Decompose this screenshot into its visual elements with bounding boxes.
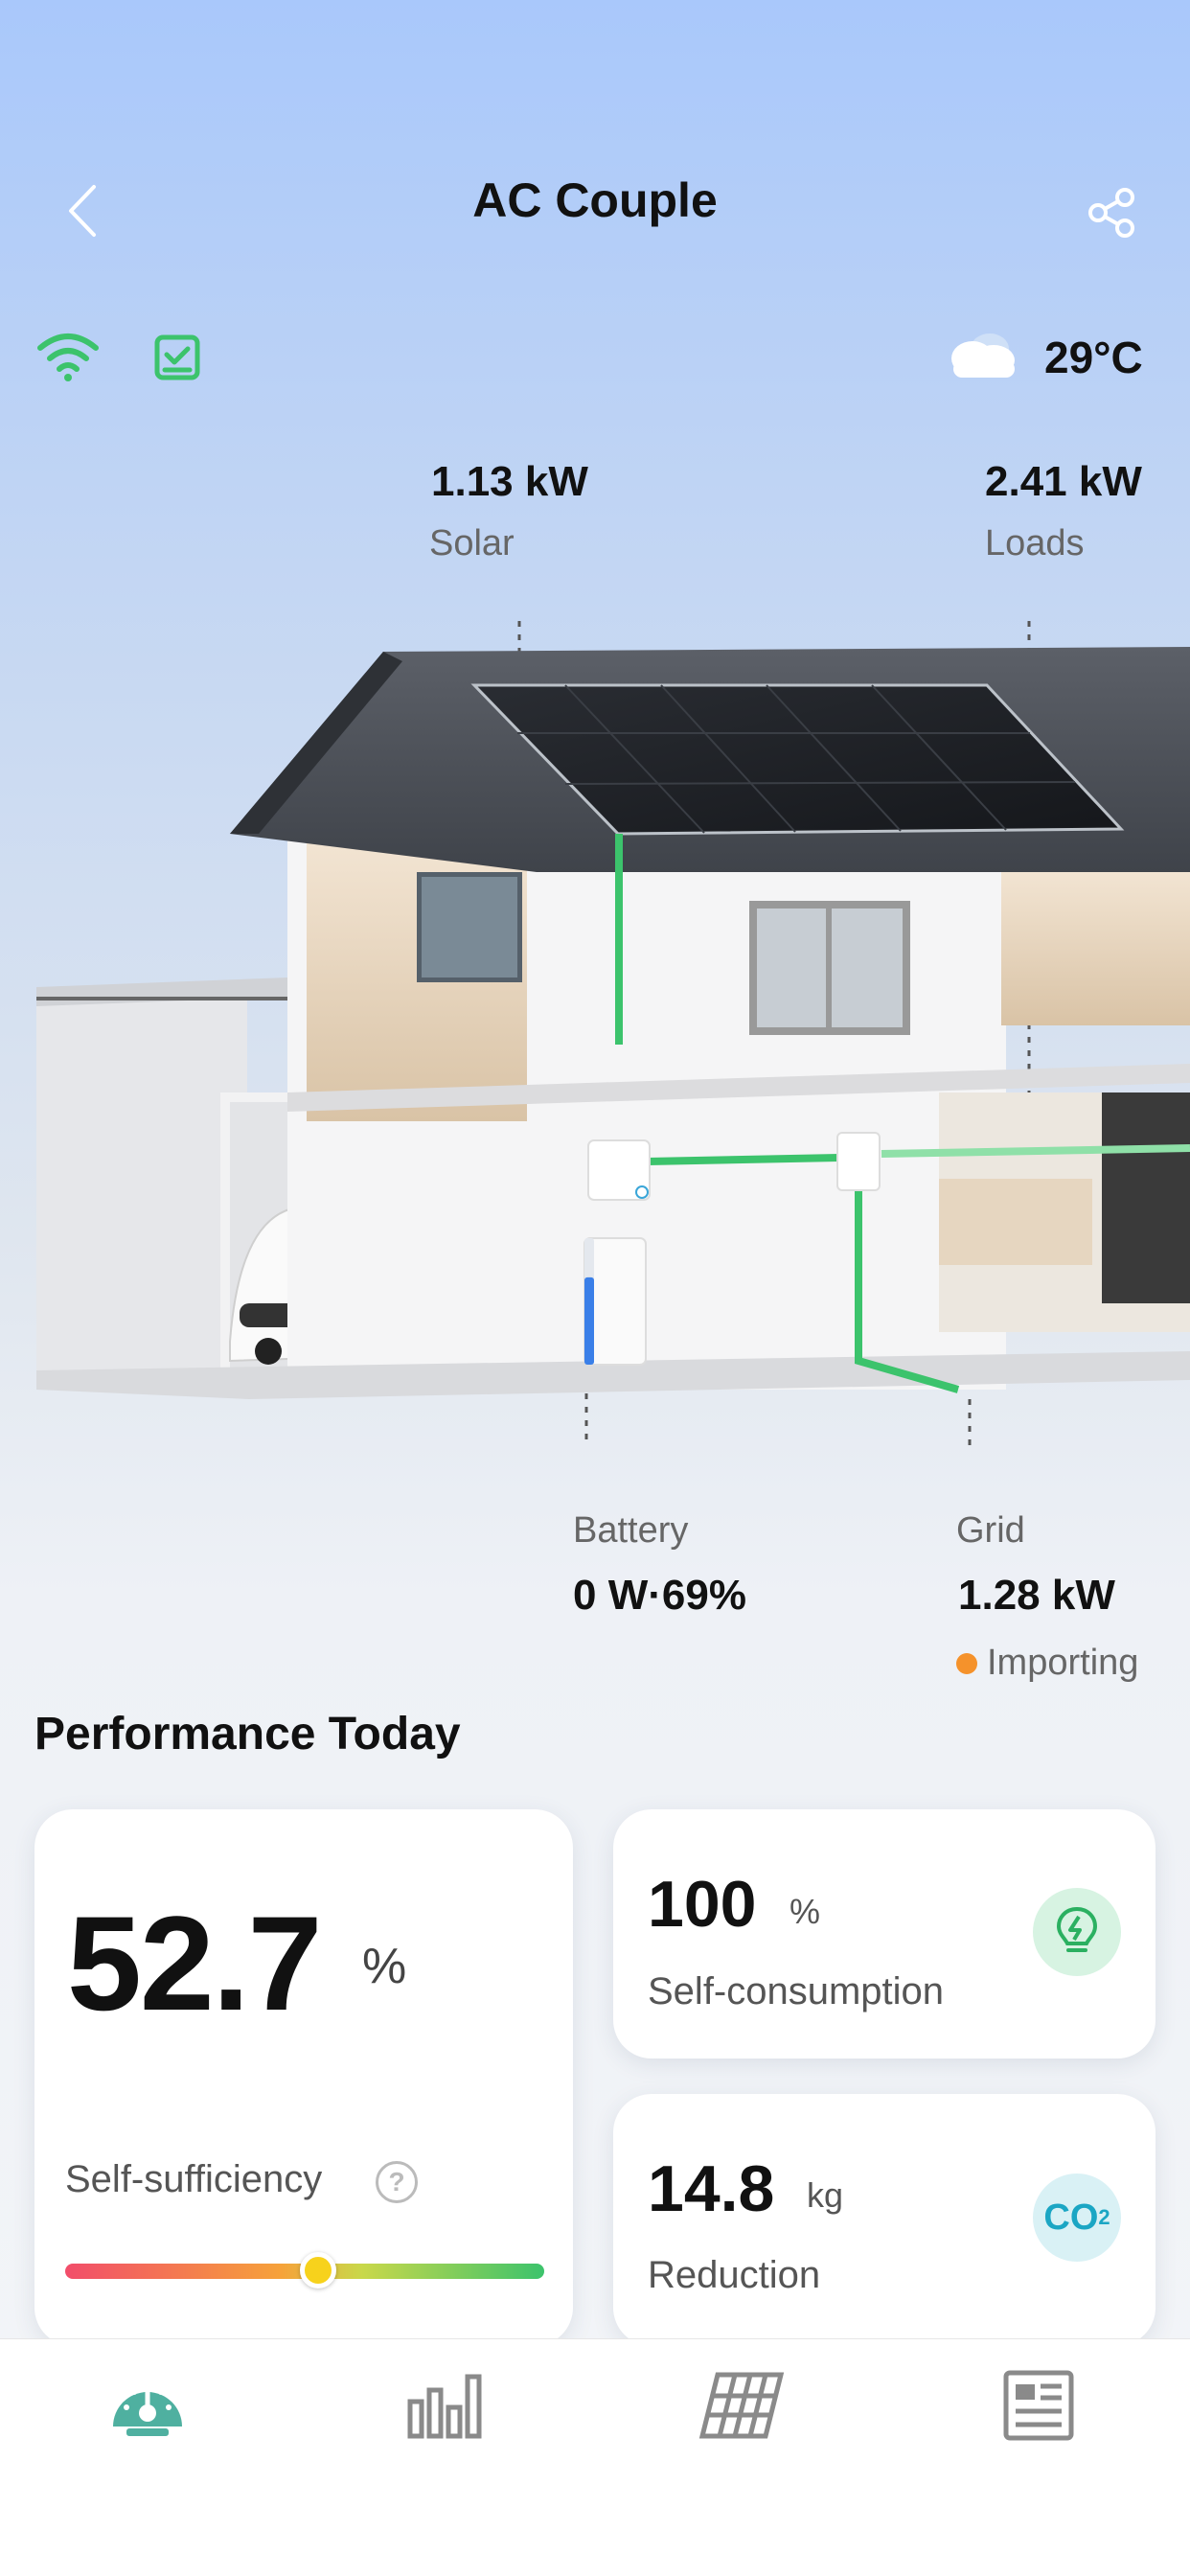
- house-energy-flow-illustration: [36, 621, 1190, 1447]
- reduction-label: Reduction: [648, 2254, 821, 2296]
- battery-unit: [584, 1237, 647, 1366]
- tab-devices[interactable]: [694, 2367, 790, 2444]
- house-flow-line: [647, 1154, 840, 1165]
- tab-dashboard[interactable]: [100, 2367, 195, 2444]
- inverter: [587, 1139, 651, 1201]
- cloud-icon: [944, 326, 1020, 383]
- temperature: 29°C: [1044, 333, 1143, 382]
- reduction-unit: kg: [807, 2175, 844, 2215]
- share-icon: [1088, 188, 1134, 238]
- battery-value: 0 W·69%: [573, 1572, 746, 1619]
- bar-chart-icon: [407, 2374, 482, 2439]
- solar-label: Solar: [429, 523, 515, 564]
- section-title: Performance Today: [34, 1709, 461, 1760]
- self-consumption-unit: %: [790, 1892, 821, 1931]
- battery-label: Battery: [573, 1510, 689, 1551]
- reduction-value: 14.8: [648, 2152, 775, 2225]
- page-title: AC Couple: [472, 173, 718, 227]
- grid-status: Importing: [956, 1643, 1138, 1684]
- gauge-icon: [113, 2385, 182, 2436]
- grid-label: Grid: [956, 1510, 1025, 1551]
- self-sufficiency-value: 52.7: [67, 1888, 322, 2038]
- self-sufficiency-label: Self-sufficiency: [65, 2158, 323, 2200]
- share-button[interactable]: [1073, 174, 1150, 251]
- solar-panel-icon: [698, 2372, 785, 2439]
- grid-value: 1.28 kW: [958, 1572, 1115, 1619]
- status-dot: [956, 1652, 977, 1674]
- lightbulb-icon: [1033, 1888, 1121, 1976]
- tab-news[interactable]: [991, 2367, 1087, 2444]
- self-consumption-label: Self-consumption: [648, 1970, 945, 2012]
- self-consumption-value: 100: [648, 1868, 757, 1941]
- co2-icon: CO 2: [1033, 2174, 1121, 2262]
- meter: [836, 1132, 881, 1191]
- loads-label: Loads: [985, 523, 1085, 564]
- tab-statistics[interactable]: [397, 2367, 492, 2444]
- wifi-icon[interactable]: [34, 331, 102, 383]
- self-sufficiency-unit: %: [362, 1939, 407, 1994]
- help-icon[interactable]: ?: [376, 2161, 418, 2203]
- document-icon: [1003, 2370, 1074, 2441]
- grid-status-label: Importing: [987, 1643, 1139, 1683]
- loads-power-value: 2.41 kW: [985, 458, 1142, 505]
- device-check-icon[interactable]: [153, 334, 201, 381]
- self-sufficiency-indicator: [299, 2252, 336, 2288]
- solar-power-value: 1.13 kW: [431, 458, 588, 505]
